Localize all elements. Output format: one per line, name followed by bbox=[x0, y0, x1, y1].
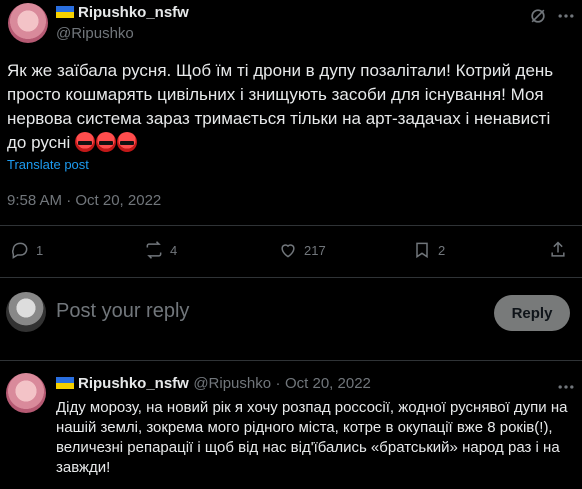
reply-count: 1 bbox=[36, 242, 44, 258]
comment-author-name[interactable]: Ripushko_nsfw bbox=[78, 375, 189, 392]
comment-header: Ripushko_nsfw @Ripushko · Oct 20, 2022 bbox=[56, 375, 371, 393]
comment-author-handle[interactable]: @Ripushko bbox=[193, 375, 271, 392]
angry-face-emoji-icon bbox=[96, 132, 117, 152]
heart-icon bbox=[281, 244, 295, 258]
divider bbox=[0, 277, 582, 278]
more-options-icon[interactable] bbox=[556, 6, 576, 26]
repost-icon bbox=[146, 241, 162, 259]
share-icon bbox=[551, 241, 565, 257]
angry-face-emoji-icon bbox=[75, 132, 96, 152]
reply-input[interactable]: Post your reply bbox=[56, 300, 189, 323]
translate-post-link[interactable]: Translate post bbox=[7, 157, 89, 172]
views-action[interactable]: 2 bbox=[412, 240, 445, 260]
author-avatar[interactable] bbox=[8, 3, 48, 43]
views-count: 2 bbox=[438, 242, 446, 258]
ukraine-flag-icon bbox=[56, 6, 74, 18]
like-count: 217 bbox=[304, 242, 326, 258]
comment-text: Діду морозу, на новий рік я хочу розпад … bbox=[56, 399, 568, 476]
like-action[interactable]: 217 bbox=[278, 240, 326, 260]
divider bbox=[0, 225, 582, 226]
reply-icon bbox=[12, 242, 28, 259]
author-name-row[interactable]: Ripushko_nsfw bbox=[56, 4, 189, 22]
ukraine-flag-icon bbox=[56, 377, 74, 389]
author-handle[interactable]: @Ripushko bbox=[56, 25, 134, 42]
tweet-actions: 1 4 217 2 bbox=[0, 230, 582, 274]
tweet-text: Як же заїбала русня. Щоб їм ті дрони в д… bbox=[7, 59, 572, 155]
repost-count: 4 bbox=[170, 242, 178, 258]
tweet-timestamp[interactable]: 9:58 AM · Oct 20, 2022 bbox=[7, 192, 161, 209]
reply-button[interactable]: Reply bbox=[494, 295, 570, 331]
divider bbox=[0, 360, 582, 361]
angry-face-emoji-icon bbox=[117, 132, 138, 152]
comment-more-options-icon[interactable] bbox=[556, 377, 576, 397]
bookmark-icon bbox=[416, 242, 428, 259]
grok-icon[interactable] bbox=[528, 6, 548, 26]
current-user-avatar[interactable] bbox=[6, 292, 46, 332]
share-action[interactable] bbox=[548, 240, 568, 260]
author-display-name[interactable]: Ripushko_nsfw bbox=[78, 4, 189, 21]
comment-date[interactable]: Oct 20, 2022 bbox=[285, 375, 371, 392]
comment-separator: · bbox=[275, 375, 281, 392]
comment-author-avatar[interactable] bbox=[6, 373, 46, 413]
reply-action[interactable]: 1 bbox=[10, 240, 43, 260]
repost-action[interactable]: 4 bbox=[144, 240, 177, 260]
